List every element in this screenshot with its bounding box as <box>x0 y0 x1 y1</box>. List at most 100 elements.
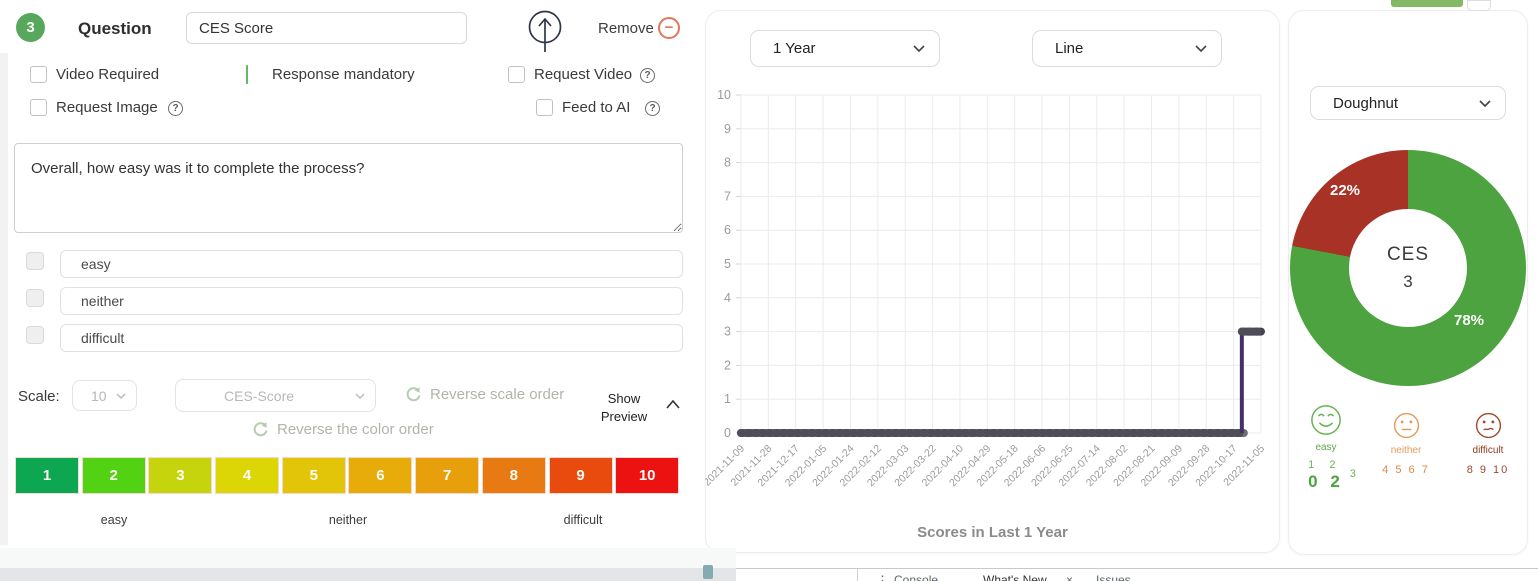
chevron-down-icon <box>1479 100 1491 107</box>
remove-question-button[interactable]: − <box>658 17 680 39</box>
chevron-down-icon <box>1195 45 1207 52</box>
line-chart: 0123456789102021-11-092021-11-282021-12-… <box>705 78 1280 524</box>
legend-neither: neither 4 5 6 7 <box>1378 412 1434 476</box>
summary-chart-type-value: Doughnut <box>1333 95 1398 112</box>
chart-title: Scores in Last 1 Year <box>705 524 1280 541</box>
scale-axis-label-neither: neither <box>329 513 367 527</box>
legend-difficult: difficult 8 9 10 <box>1460 412 1516 476</box>
scale-size-value: 10 <box>91 388 107 404</box>
question-title-input[interactable] <box>186 12 467 44</box>
legend-easy: easy 1 2 3 0 2 <box>1300 404 1352 492</box>
chevron-up-icon[interactable] <box>666 400 680 409</box>
legend-easy-numbers: 1 2 <box>1308 459 1344 471</box>
y-tick-label: 1 <box>724 392 731 406</box>
time-range-value: 1 Year <box>773 40 816 57</box>
devtools-divider <box>857 569 858 581</box>
doughnut-center: CES 3 <box>1349 209 1467 327</box>
scale-axis-label-easy: easy <box>101 513 127 527</box>
y-tick-label: 0 <box>724 426 731 440</box>
scale-box-2: 2 <box>83 458 145 493</box>
reverse-color-order-button[interactable]: Reverse the color order <box>252 421 434 438</box>
y-tick-label: 7 <box>724 189 731 203</box>
show-preview-line1: Show <box>598 390 650 408</box>
close-icon[interactable]: × <box>1066 573 1073 581</box>
request-video-help-icon[interactable]: ? <box>640 68 655 83</box>
question-index-badge: 3 <box>16 13 45 42</box>
scrollbar-thumb[interactable] <box>703 565 713 579</box>
chevron-down-icon <box>913 45 925 52</box>
left-gutter <box>0 53 8 545</box>
feed-to-ai-label: Feed to AI <box>562 99 630 116</box>
app-root: 3 Question Remove − Video Required Respo… <box>0 0 1538 581</box>
reverse-arrow-icon <box>252 421 269 438</box>
scale-color-preview: 12345678910 <box>16 458 678 493</box>
devtools-tab-issues[interactable]: Issues <box>1096 573 1131 581</box>
y-tick-label: 4 <box>724 291 731 305</box>
option-easy-input[interactable] <box>60 250 683 278</box>
request-image-label: Request Image <box>56 99 158 116</box>
request-image-checkbox[interactable] <box>30 99 47 116</box>
scale-box-10: 10 <box>616 458 678 493</box>
show-preview-line2: Preview <box>598 408 650 426</box>
option-easy-checkbox[interactable] <box>26 252 44 270</box>
chart-type-dropdown[interactable]: Line <box>1032 30 1222 67</box>
reverse-scale-order-button[interactable]: Reverse scale order <box>405 386 564 403</box>
more-icon[interactable]: ⋮ <box>876 573 889 581</box>
scale-size-select[interactable]: 10 <box>72 380 137 411</box>
show-preview-toggle[interactable]: Show Preview <box>598 390 650 426</box>
scale-box-7: 7 <box>416 458 478 493</box>
question-text-area[interactable]: Overall, how easy was it to complete the… <box>14 143 683 233</box>
request-video-checkbox[interactable] <box>508 66 525 83</box>
cut-off-control[interactable] <box>1467 0 1491 11</box>
y-tick-label: 6 <box>724 223 731 237</box>
move-up-button[interactable] <box>527 8 563 54</box>
question-label: Question <box>78 19 152 39</box>
scale-box-4: 4 <box>216 458 278 493</box>
summary-chart-type-dropdown[interactable]: Doughnut <box>1310 86 1506 120</box>
legend-easy-label: easy <box>1315 442 1336 453</box>
video-required-label: Video Required <box>56 66 159 83</box>
doughnut-slice-label-green: 78% <box>1454 312 1484 329</box>
request-image-help-icon[interactable]: ? <box>168 101 183 116</box>
legend-neither-label: neither <box>1391 445 1422 456</box>
option-neither-input[interactable] <box>60 287 683 315</box>
scale-box-5: 5 <box>283 458 345 493</box>
feed-to-ai-checkbox[interactable] <box>536 99 553 116</box>
minus-icon: − <box>665 19 674 36</box>
chart-type-value: Line <box>1055 40 1083 57</box>
option-neither-checkbox[interactable] <box>26 289 44 307</box>
scale-box-8: 8 <box>483 458 545 493</box>
response-mandatory-checkbox[interactable] <box>246 65 248 84</box>
scale-box-9: 9 <box>550 458 612 493</box>
video-required-checkbox[interactable] <box>30 66 47 83</box>
devtools-tab-whats-new[interactable]: What's New <box>983 573 1047 581</box>
scale-type-select[interactable]: CES-Score <box>175 379 376 412</box>
reverse-arrow-icon <box>405 386 422 403</box>
devtools-bar: ⋮ Console What's New × Issues <box>736 568 1538 581</box>
reverse-scale-order-label: Reverse scale order <box>430 386 564 403</box>
bottom-light-strip <box>0 548 736 568</box>
doughnut-slice-label-red: 22% <box>1330 182 1360 199</box>
legend-difficult-numbers: 8 9 10 <box>1467 464 1510 476</box>
option-difficult-checkbox[interactable] <box>26 326 44 344</box>
doughnut-center-value: 3 <box>1403 272 1412 292</box>
confused-face-icon <box>1475 412 1502 439</box>
feed-to-ai-help-icon[interactable]: ? <box>645 101 660 116</box>
chevron-down-icon <box>116 393 126 399</box>
y-tick-label: 5 <box>724 257 731 271</box>
neutral-face-icon <box>1393 412 1420 439</box>
cut-off-button[interactable] <box>1391 0 1463 7</box>
scale-box-1: 1 <box>16 458 78 493</box>
legend-easy-count: 0 2 <box>1308 472 1344 492</box>
scale-label: Scale: <box>18 388 60 405</box>
legend-difficult-label: difficult <box>1473 445 1504 456</box>
reverse-color-order-label: Reverse the color order <box>277 421 434 438</box>
scale-axis-label-difficult: difficult <box>564 513 603 527</box>
happy-face-icon <box>1310 404 1342 436</box>
scale-box-3: 3 <box>149 458 211 493</box>
remove-label: Remove <box>598 20 654 37</box>
option-difficult-input[interactable] <box>60 324 683 352</box>
y-tick-label: 2 <box>724 358 731 372</box>
time-range-dropdown[interactable]: 1 Year <box>750 30 940 67</box>
devtools-tab-console[interactable]: Console <box>894 573 938 581</box>
